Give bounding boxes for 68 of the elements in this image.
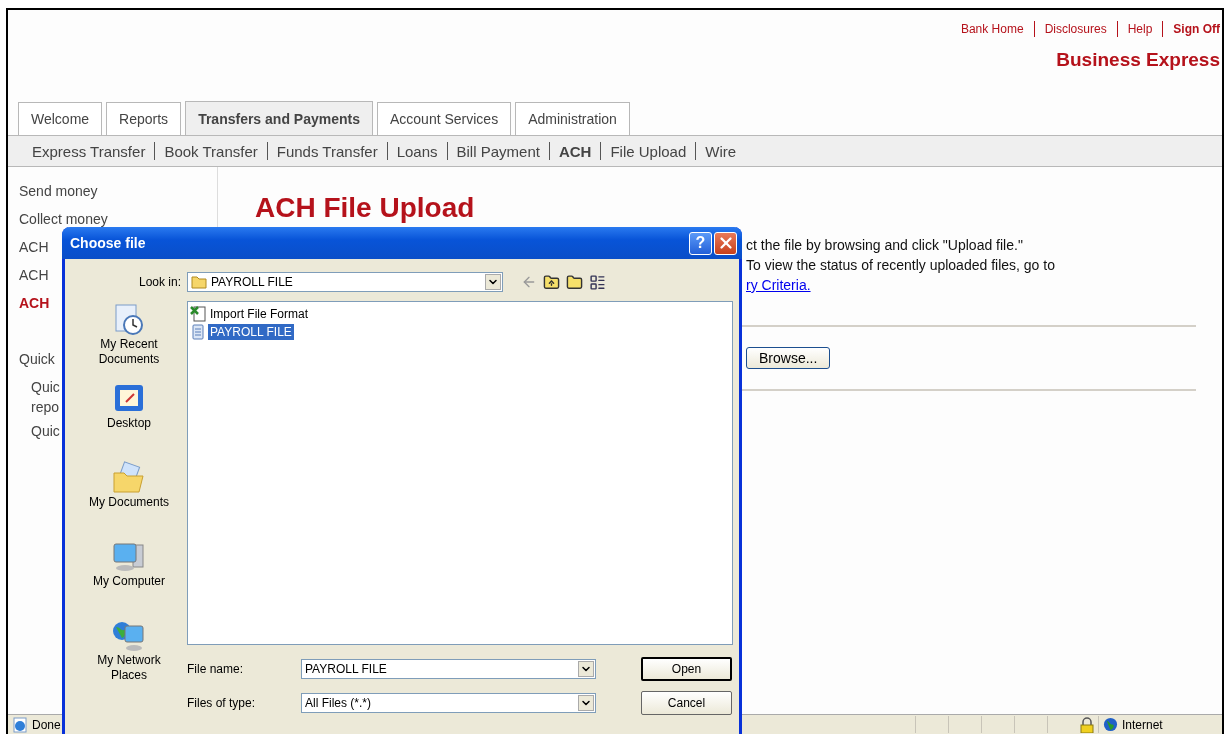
nav-tab[interactable]: Reports [106,102,182,135]
look-in-dropdown[interactable]: PAYROLL FILE [187,272,503,292]
browse-button[interactable]: Browse... [746,347,831,369]
file-name-field[interactable]: PAYROLL FILE [301,659,596,679]
file-type-dropdown[interactable]: All Files (*.*) [301,693,596,713]
globe-icon [1103,717,1118,732]
sidebar-link[interactable]: Quic repo [31,377,60,417]
document-file-icon [190,324,206,340]
places-item[interactable]: My Computer [79,540,179,619]
spreadsheet-file-icon [190,306,206,322]
sidebar-link[interactable]: Quic [31,421,60,441]
page-icon [12,716,28,733]
places-item[interactable]: My Documents [79,461,179,540]
sub-nav-link[interactable]: Book Transfer [164,142,258,160]
lock-icon [1080,716,1094,733]
folder-up-icon[interactable] [543,273,560,291]
sidebar-link[interactable]: ACH [19,289,50,317]
look-in-label: Look in: [137,275,182,289]
file-item[interactable]: PAYROLL FILE [190,324,294,340]
place-label: My Computer [93,574,165,589]
computer-icon [111,540,147,574]
file-name-label: File name: [187,662,245,676]
folder-icon [191,275,207,289]
nav-tab[interactable]: Transfers and Payments [185,101,373,136]
sub-nav-link[interactable]: Loans [396,142,438,160]
sub-nav-link[interactable]: Bill Payment [456,142,540,160]
file-name: PAYROLL FILE [208,324,294,340]
place-label: My Network Places [96,653,162,683]
sidebar-link[interactable]: ACH [19,233,49,261]
page-title: ACH File Upload [255,191,476,225]
sidebar-link[interactable]: Send money [19,177,98,205]
brand-title: Business Express [1056,49,1220,71]
sub-nav-link[interactable]: Express Transfer [32,142,146,160]
place-label: My Documents [89,495,169,510]
file-name: Import File Format [209,306,309,322]
places-item[interactable]: My Recent Documents [79,303,179,382]
nav-tab[interactable]: Administration [515,102,630,135]
criteria-link[interactable]: ry Criteria. [746,277,811,293]
sidebar-heading: Quick [19,350,55,369]
dialog-title: Choose file [70,235,147,251]
place-label: Desktop [107,416,151,431]
clock-document-icon [112,303,146,337]
file-type-label: Files of type: [187,696,257,710]
sub-nav-link[interactable]: Funds Transfer [276,142,378,160]
place-label: My Recent Documents [97,337,161,367]
places-item[interactable]: Desktop [79,382,179,461]
status-text: Done [32,717,61,732]
instructions-text: ct the file by browsing and click "Upload file." To view the status of recently uploaded files, go to ry Criteria. [746,236,1056,295]
network-computer-icon [111,619,147,653]
folder-icon [111,461,147,495]
open-button[interactable]: Open [641,657,732,681]
places-item[interactable]: My Network Places [79,619,179,698]
header-link[interactable]: Disclosures [1044,22,1107,36]
file-item[interactable]: Import File Format [190,306,310,322]
header-link[interactable]: Bank Home [960,22,1024,36]
nav-tab[interactable]: Account Services [377,102,512,135]
sub-nav-link[interactable]: File Upload [610,142,687,160]
close-button[interactable] [714,231,737,255]
cancel-button[interactable]: Cancel [641,691,732,715]
header-link[interactable]: Help [1127,22,1153,36]
nav-tab[interactable]: Welcome [18,102,103,135]
sign-off-link[interactable]: Sign Off [1173,22,1220,36]
sub-nav-link[interactable]: Wire [705,142,737,160]
view-menu-icon[interactable] [589,273,606,291]
new-folder-icon[interactable] [566,273,583,291]
zone-text: Internet [1122,717,1164,732]
sidebar-link[interactable]: ACH [19,261,49,289]
sub-nav-link[interactable]: ACH [558,142,592,160]
